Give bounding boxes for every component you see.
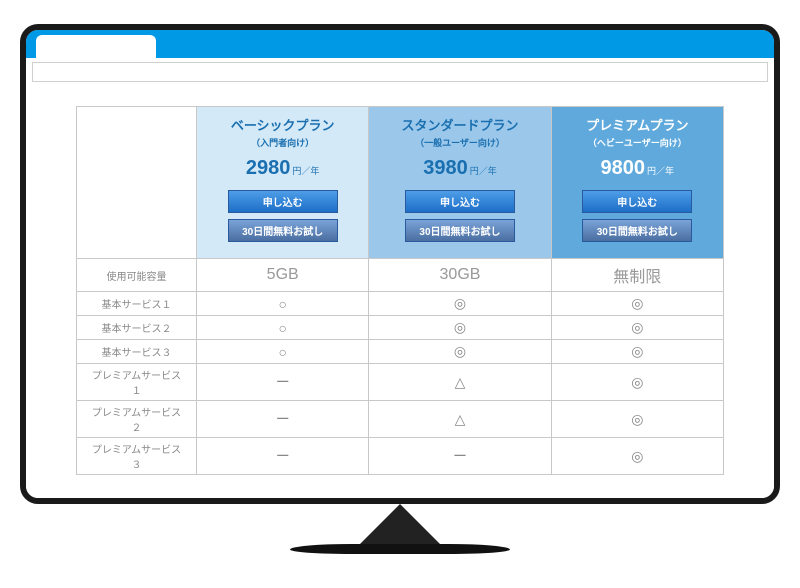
feature-cell: ◎ (551, 401, 723, 438)
row-label: プレミアムサービス２ (77, 401, 197, 438)
table-row: 基本サービス１○◎◎ (77, 292, 724, 316)
browser-tab[interactable] (36, 35, 156, 58)
monitor-stand (330, 504, 470, 554)
plan-header-basic: ベーシックプラン （入門者向け） 2980円／年 申し込む 30日間無料お試し (197, 107, 369, 259)
page-content: ベーシックプラン （入門者向け） 2980円／年 申し込む 30日間無料お試し … (26, 86, 774, 498)
plan-subtitle: （一般ユーザー向け） (375, 136, 544, 149)
row-label: プレミアムサービス１ (77, 364, 197, 401)
table-row: プレミアムサービス３ーー◎ (77, 438, 724, 475)
feature-cell: △ (369, 401, 551, 438)
feature-cell: 無制限 (551, 259, 723, 292)
apply-button[interactable]: 申し込む (228, 190, 338, 213)
apply-button[interactable]: 申し込む (582, 190, 692, 213)
row-label: 基本サービス３ (77, 340, 197, 364)
feature-cell: ◎ (369, 340, 551, 364)
plan-header-standard: スタンダードプラン （一般ユーザー向け） 3980円／年 申し込む 30日間無料… (369, 107, 551, 259)
plan-name: ベーシックプラン (203, 115, 362, 134)
feature-cell: ◎ (551, 438, 723, 475)
feature-cell: ◎ (551, 316, 723, 340)
feature-cell: ◎ (369, 292, 551, 316)
feature-cell: ー (197, 401, 369, 438)
plan-subtitle: （ヘビーユーザー向け） (558, 136, 717, 149)
feature-cell: ー (197, 438, 369, 475)
monitor-frame: ベーシックプラン （入門者向け） 2980円／年 申し込む 30日間無料お試し … (20, 24, 780, 504)
url-bar[interactable] (32, 62, 768, 82)
table-row: 使用可能容量5GB30GB無制限 (77, 259, 724, 292)
table-row: プレミアムサービス２ー△◎ (77, 401, 724, 438)
corner-cell (77, 107, 197, 259)
feature-cell: ◎ (551, 292, 723, 316)
feature-cell: △ (369, 364, 551, 401)
trial-button[interactable]: 30日間無料お試し (228, 219, 338, 242)
table-row: プレミアムサービス１ー△◎ (77, 364, 724, 401)
browser-chrome (26, 30, 774, 58)
trial-button[interactable]: 30日間無料お試し (582, 219, 692, 242)
feature-cell: 5GB (197, 259, 369, 292)
row-label: 基本サービス２ (77, 316, 197, 340)
plan-name: スタンダードプラン (375, 115, 544, 134)
pricing-table: ベーシックプラン （入門者向け） 2980円／年 申し込む 30日間無料お試し … (76, 106, 724, 475)
feature-cell: ー (197, 364, 369, 401)
plan-subtitle: （入門者向け） (203, 136, 362, 149)
trial-button[interactable]: 30日間無料お試し (405, 219, 515, 242)
plan-price: 9800円／年 (558, 157, 717, 180)
row-label: 使用可能容量 (77, 259, 197, 292)
monitor-mockup: ベーシックプラン （入門者向け） 2980円／年 申し込む 30日間無料お試し … (20, 24, 780, 564)
feature-cell: ◎ (551, 364, 723, 401)
feature-cell: ◎ (551, 340, 723, 364)
plan-name: プレミアムプラン (558, 115, 717, 134)
feature-cell: ○ (197, 292, 369, 316)
plan-price: 2980円／年 (203, 157, 362, 180)
row-label: 基本サービス１ (77, 292, 197, 316)
table-row: 基本サービス３○◎◎ (77, 340, 724, 364)
plan-price: 3980円／年 (375, 157, 544, 180)
feature-rows: 使用可能容量5GB30GB無制限基本サービス１○◎◎基本サービス２○◎◎基本サー… (77, 259, 724, 475)
feature-cell: ○ (197, 340, 369, 364)
row-label: プレミアムサービス３ (77, 438, 197, 475)
feature-cell: ◎ (369, 316, 551, 340)
plan-header-premium: プレミアムプラン （ヘビーユーザー向け） 9800円／年 申し込む 30日間無料… (551, 107, 723, 259)
feature-cell: 30GB (369, 259, 551, 292)
apply-button[interactable]: 申し込む (405, 190, 515, 213)
feature-cell: ー (369, 438, 551, 475)
feature-cell: ○ (197, 316, 369, 340)
table-row: 基本サービス２○◎◎ (77, 316, 724, 340)
